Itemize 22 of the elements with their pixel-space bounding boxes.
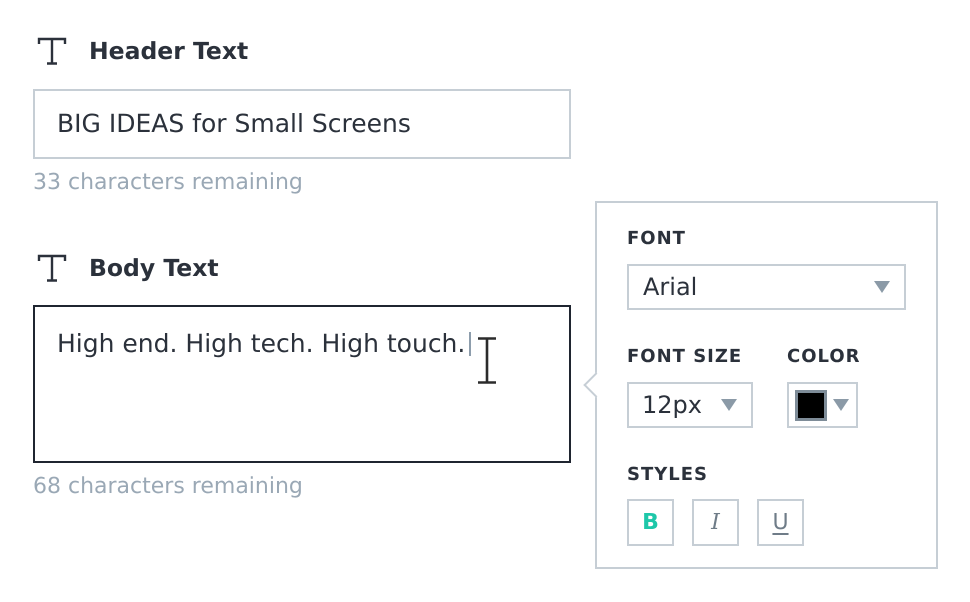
- section-label: COLOR: [787, 345, 861, 369]
- italic-button[interactable]: I: [692, 499, 739, 546]
- section-label: FONT SIZE: [627, 345, 744, 369]
- i-beam-cursor-icon: [477, 337, 497, 384]
- characters-remaining-text: 68 characters remaining: [33, 475, 304, 499]
- section-label: FONT: [627, 227, 687, 251]
- field-label: Header Text: [89, 36, 248, 66]
- font-size-dropdown[interactable]: 12px: [627, 382, 753, 428]
- text-input[interactable]: BIG IDEAS for Small Screens: [33, 89, 571, 159]
- characters-remaining-text: 33 characters remaining: [33, 171, 304, 195]
- text-caret-icon: [469, 332, 472, 356]
- text-area[interactable]: High end. High tech. High touch.: [33, 305, 571, 463]
- caret-icon: [874, 281, 890, 293]
- font-dropdown[interactable]: Arial: [627, 264, 906, 310]
- text-type-icon: [37, 254, 67, 282]
- underline-button[interactable]: U: [757, 499, 804, 546]
- text-type-icon: [37, 37, 67, 65]
- field-label: Body Text: [89, 253, 219, 283]
- caret-icon: [833, 399, 849, 411]
- section-label: STYLES: [627, 463, 710, 487]
- caret-icon: [721, 399, 737, 411]
- color-dropdown[interactable]: [787, 382, 858, 428]
